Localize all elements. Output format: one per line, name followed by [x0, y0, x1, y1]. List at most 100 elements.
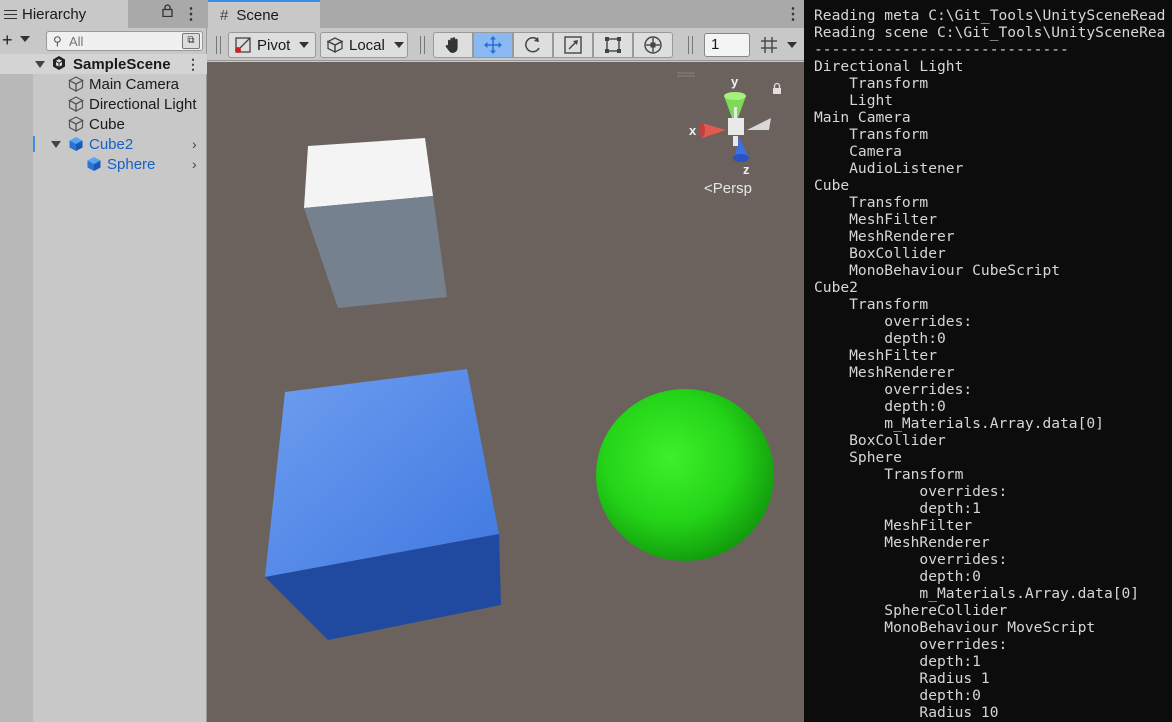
console-line: MonoBehaviour CubeScript: [814, 262, 1061, 279]
console-line: Reading meta C:\Git_Tools\UnitySceneRead: [814, 7, 1166, 24]
gameobject-icon: [68, 76, 84, 92]
hierarchy-panel: Hierarchy ⋮ + ⚲ ⧉ SampleScene ⋮: [0, 0, 207, 722]
gizmo-neg-x-cone: [747, 118, 771, 130]
expand-arrow-icon[interactable]: [35, 61, 45, 68]
scene-more-icon[interactable]: ⋮: [785, 4, 801, 24]
rotate-icon: [525, 36, 540, 53]
console-window: Reading meta C:\Git_Tools\UnitySceneRead…: [804, 0, 1172, 722]
add-dropdown-caret-icon[interactable]: [20, 36, 30, 42]
scene-viewport[interactable]: y x z <Persp: [207, 62, 804, 722]
snap-increment-field[interactable]: 1: [704, 33, 750, 57]
gizmo-x-cone: [702, 123, 726, 138]
pivot-dropdown[interactable]: Pivot: [228, 32, 316, 58]
console-line: overrides:: [814, 636, 1008, 653]
gizmo-center-cube: [728, 118, 744, 135]
console-line: BoxCollider: [814, 245, 946, 262]
tree-item-samplescene[interactable]: SampleScene ⋮: [0, 54, 207, 74]
console-line: SphereCollider: [814, 602, 1008, 619]
add-object-button[interactable]: +: [2, 30, 13, 50]
toolbar-grip-handle[interactable]: [420, 36, 425, 54]
console-line: depth:0: [814, 568, 981, 585]
orientation-gizmo[interactable]: [699, 92, 771, 162]
open-prefab-chevron-icon[interactable]: ›: [192, 136, 197, 152]
console-line: Sphere: [814, 449, 902, 466]
tree-item-label: Cube2: [89, 135, 134, 153]
cube-top-face: [304, 138, 433, 208]
tree-item-label: SampleScene: [73, 55, 171, 73]
scene-tab[interactable]: # Scene: [208, 0, 320, 28]
gizmo-z-label: z: [743, 162, 750, 177]
chevron-down-icon: [393, 42, 404, 48]
chevron-down-icon[interactable]: [787, 42, 797, 48]
transform-icon: [644, 36, 662, 54]
prefab-icon: [69, 137, 83, 151]
chevron-down-icon: [299, 42, 310, 48]
tree-item-sphere[interactable]: Sphere ›: [0, 154, 207, 174]
projection-toggle[interactable]: <Persp: [704, 180, 752, 197]
console-line: MeshFilter: [814, 347, 938, 364]
pivot-icon: [235, 37, 251, 53]
toolbar-grip-handle[interactable]: [688, 36, 693, 54]
hierarchy-tab[interactable]: Hierarchy: [0, 0, 128, 28]
console-line: Transform: [814, 296, 929, 313]
gizmo-x-label: x: [689, 123, 697, 138]
scene-more-icon[interactable]: ⋮: [186, 56, 200, 73]
scene-tab-title: Scene: [236, 6, 279, 24]
tree-item-cube2[interactable]: Cube2 ›: [0, 134, 207, 154]
hierarchy-search-input[interactable]: [69, 33, 179, 49]
rect-tool-button[interactable]: [593, 32, 633, 58]
console-line: Transform: [814, 126, 929, 143]
scale-tool-button[interactable]: [553, 32, 593, 58]
console-line: Radius 1: [814, 670, 990, 687]
tree-item-directional-light[interactable]: Directional Light: [0, 94, 207, 114]
console-line: MeshRenderer: [814, 534, 990, 551]
console-line: AudioListener: [814, 160, 964, 177]
cube-object[interactable]: [304, 138, 447, 308]
rect-transform-icon: [605, 37, 621, 53]
prefab-icon: [87, 157, 101, 171]
console-line: Transform: [814, 194, 929, 211]
scene-render: [265, 72, 781, 640]
gameobject-icon: [68, 116, 84, 132]
local-cube-icon: [326, 37, 344, 54]
console-line: depth:1: [814, 653, 981, 670]
console-line: BoxCollider: [814, 432, 946, 449]
console-line: overrides:: [814, 313, 973, 330]
console-line: Transform: [814, 75, 929, 92]
console-line: depth:0: [814, 687, 981, 704]
transform-tool-button[interactable]: [633, 32, 673, 58]
hierarchy-more-icon[interactable]: ⋮: [183, 4, 199, 24]
lock-icon[interactable]: [162, 4, 173, 20]
grid-snap-button[interactable]: [755, 33, 783, 57]
toolbar-grip-handle[interactable]: [216, 36, 221, 54]
tree-item-main-camera[interactable]: Main Camera: [0, 74, 207, 94]
sphere-object[interactable]: [596, 389, 774, 561]
tree-item-label: Cube: [89, 115, 125, 133]
search-filter-icon[interactable]: ⧉: [182, 33, 200, 49]
console-output: Reading meta C:\Git_Tools\UnitySceneRead…: [814, 7, 1165, 721]
open-prefab-chevron-icon[interactable]: ›: [192, 156, 197, 172]
local-dropdown[interactable]: Local: [320, 32, 408, 58]
console-line: Directional Light: [814, 58, 964, 75]
hand-tool-button[interactable]: [433, 32, 473, 58]
console-line: depth:0: [814, 398, 946, 415]
expand-arrow-icon[interactable]: [51, 141, 61, 148]
console-line: Camera: [814, 143, 902, 160]
cube2-object[interactable]: [265, 369, 501, 640]
prefab-change-marker: [33, 136, 35, 152]
move-icon: [484, 36, 502, 54]
hierarchy-tab-bar: Hierarchy ⋮: [0, 0, 207, 28]
console-line: -----------------------------: [814, 41, 1069, 58]
tree-item-label: Directional Light: [89, 95, 197, 113]
console-line: MeshFilter: [814, 211, 938, 228]
tree-item-cube[interactable]: Cube: [0, 114, 207, 134]
viewport-lock-icon[interactable]: [773, 82, 781, 95]
hierarchy-search-box[interactable]: ⚲ ⧉: [46, 31, 203, 51]
move-tool-button[interactable]: [473, 32, 513, 58]
rotate-tool-button[interactable]: [513, 32, 553, 58]
gameobject-icon: [68, 96, 84, 112]
console-line: Transform: [814, 466, 964, 483]
console-line: Cube2: [814, 279, 858, 296]
tree-item-label: Sphere: [107, 155, 156, 173]
console-line: MeshRenderer: [814, 228, 955, 245]
